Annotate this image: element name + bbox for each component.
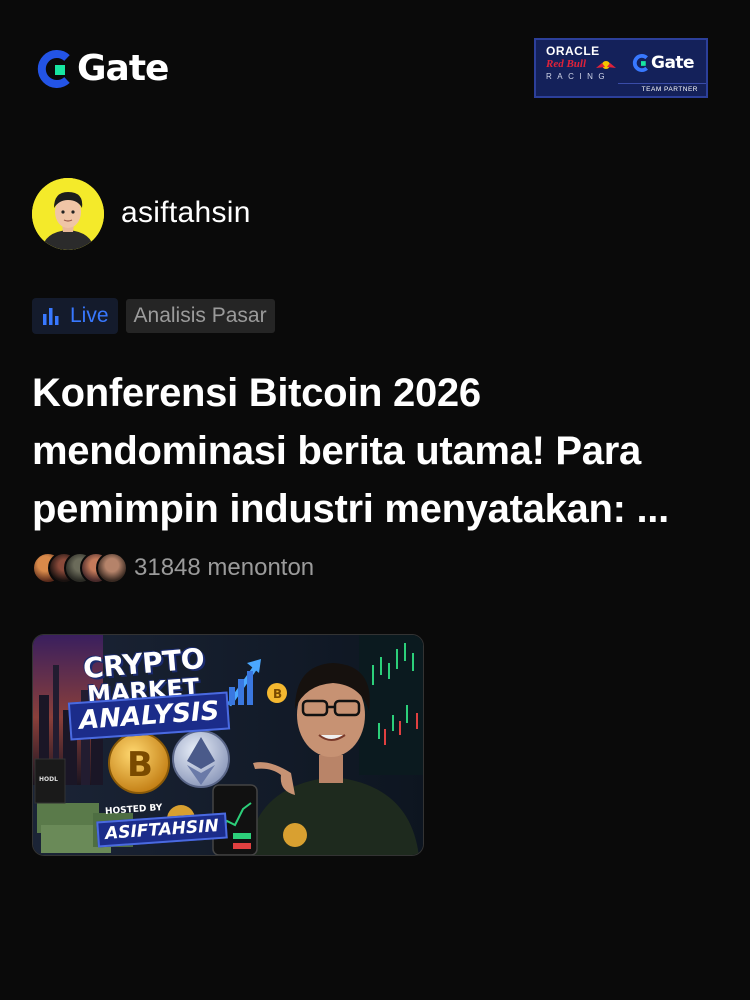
partner-strip-text: TEAM PARTNER (618, 83, 706, 96)
category-tag[interactable]: Analisis Pasar (125, 299, 275, 333)
viewer-info: 31848 menonton (32, 552, 314, 584)
partner-racing-text: RACING (546, 72, 611, 81)
stream-thumbnail[interactable]: B B HODL CRYPTO MARKET ANALYSIS HOSTED B… (32, 634, 424, 856)
gate-logo-text: Gate (77, 48, 169, 89)
team-partner-badge: ORACLE Red Bull RACING Gate TEAM PARTNER (534, 38, 708, 98)
partner-gate-logo: Gate (632, 53, 695, 73)
post-tags: Live Analisis Pasar (32, 298, 275, 334)
viewer-avatars (32, 552, 128, 584)
post-title[interactable]: Konferensi Bitcoin 2026 mendominasi beri… (32, 364, 722, 538)
gate-logo[interactable]: Gate (36, 48, 169, 89)
author-username[interactable]: asiftahsin (121, 196, 251, 230)
bar-chart-icon (43, 308, 59, 325)
live-tag[interactable]: Live (32, 298, 118, 334)
live-tag-label: Live (70, 304, 109, 327)
gate-logo-icon (37, 50, 70, 88)
gate-logo-icon (632, 54, 648, 72)
viewer-count: 31848 menonton (134, 554, 315, 581)
author-avatar[interactable] (32, 178, 104, 250)
partner-redbull-text: Red Bull (546, 58, 587, 70)
svg-text:B: B (127, 745, 153, 785)
partner-oracle-text: ORACLE (546, 44, 600, 58)
svg-text:HODL: HODL (39, 776, 58, 783)
partner-gate-text: Gate (651, 53, 695, 73)
red-bull-icon (596, 61, 616, 69)
viewer-avatar (96, 552, 128, 584)
svg-text:B: B (273, 687, 282, 701)
person-avatar-icon (32, 178, 104, 250)
